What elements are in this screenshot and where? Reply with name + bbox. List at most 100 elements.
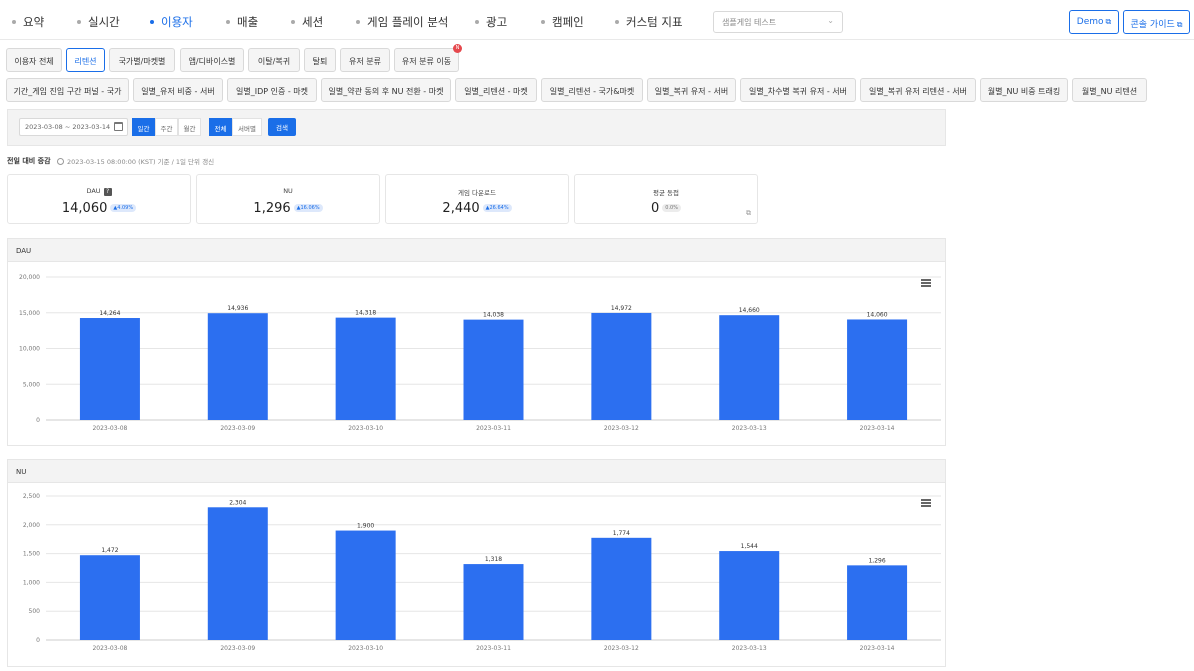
demo-button[interactable]: Demo ⧉ (1069, 10, 1119, 34)
y-tick-label: 1,000 (23, 579, 40, 586)
report-tab-retention-market[interactable]: 일별_리텐션 - 마켓 (455, 78, 537, 102)
help-icon[interactable]: ? (103, 188, 112, 196)
data-label: 1,296 (868, 557, 885, 564)
x-tick-label: 2023-03-12 (604, 425, 639, 432)
search-button[interactable]: 검색 (268, 118, 296, 136)
chart-title: NU (8, 460, 945, 483)
y-tick-label: 0 (36, 637, 40, 644)
report-tab-return-retention-server[interactable]: 일별_복귀 유저 리텐션 - 서버 (860, 78, 976, 102)
clock-icon (57, 158, 64, 165)
report-tab-nu-retention-monthly[interactable]: 월별_NU 리텐션 (1072, 78, 1147, 102)
x-tick-label: 2023-03-14 (860, 645, 895, 652)
nav-item-realtime[interactable]: 실시간 (77, 14, 120, 30)
x-tick-label: 2023-03-08 (92, 645, 127, 652)
period-daily-toggle[interactable]: 일간 (132, 118, 155, 136)
y-tick-label: 1,500 (23, 551, 40, 558)
tab-country-market[interactable]: 국가별/마켓별 (109, 48, 175, 72)
bullet-icon (475, 19, 479, 24)
bar (335, 317, 396, 420)
nav-item-custom-metrics[interactable]: 커스텀 지표 (615, 14, 683, 30)
game-select[interactable]: 샘플게임 테스트 ⌄ (713, 11, 843, 33)
data-label: 1,472 (101, 547, 118, 554)
bar (335, 530, 396, 640)
new-badge: N (453, 44, 462, 53)
report-tab-funnel-country[interactable]: 기간_게임 진입 구간 퍼널 - 국가 (6, 78, 129, 102)
report-tab-return-by-order-server[interactable]: 일별_차수별 복귀 유저 - 서버 (740, 78, 856, 102)
report-tab-return-users-server[interactable]: 일별_복귀 유저 - 서버 (647, 78, 736, 102)
top-navigation: 요약 실시간 이용자 매출 세션 게임 플레이 분석 광고 캠페인 커스텀 지표… (0, 0, 1194, 40)
bullet-icon (226, 19, 230, 24)
bullet-icon (615, 19, 619, 24)
bullet-icon (541, 19, 545, 24)
report-tab-user-share-server[interactable]: 일별_유저 비중 - 서버 (133, 78, 223, 102)
metric-card-dau: DAU? 14,060 ▲4.09% (7, 174, 191, 224)
y-tick-label: 500 (29, 608, 41, 615)
x-tick-label: 2023-03-09 (220, 425, 255, 432)
metric-card-nu: NU 1,296 ▲16.06% (196, 174, 380, 224)
y-tick-label: 5,000 (23, 381, 40, 388)
metric-label: NU (283, 187, 293, 195)
change-badge: 0.0% (662, 204, 681, 212)
y-tick-label: 10,000 (19, 346, 40, 353)
nu-bar-chart: 0 500 1,000 1,500 2,000 2,500 1,472 2023-03-08 2… (23, 493, 941, 652)
x-tick-label: 2023-03-10 (348, 425, 383, 432)
nav-item-gameplay[interactable]: 게임 플레이 분석 (356, 14, 448, 30)
report-tab-idp-market[interactable]: 일별_IDP 인증 - 마켓 (227, 78, 317, 102)
bar (719, 315, 780, 420)
data-label: 14,038 (483, 312, 504, 319)
calendar-icon[interactable] (114, 122, 123, 131)
tab-app-device[interactable]: 앱/디바이스별 (180, 48, 244, 72)
external-link-icon: ⧉ (1176, 20, 1183, 29)
external-link-icon[interactable]: ⧉ (746, 209, 751, 218)
compare-title: 전일 대비 증감 (7, 157, 51, 165)
nav-item-ads[interactable]: 광고 (475, 14, 507, 30)
tab-users-all[interactable]: 이용자 전체 (6, 48, 62, 72)
scope-server-toggle[interactable]: 서버별 (232, 118, 262, 136)
bar (463, 564, 524, 640)
scope-all-toggle[interactable]: 전체 (209, 118, 232, 136)
date-range-input[interactable]: 2023-03-08 ~ 2023-03-14 (19, 118, 128, 136)
bar (207, 313, 268, 420)
bullet-icon (356, 19, 360, 24)
nu-chart-panel: NU 0 500 1,000 1,500 2,000 2,500 1,472 2023-03-… (7, 459, 946, 667)
data-label: 14,660 (739, 307, 760, 314)
metric-card-avg-ccu: 평균 동접 0 0.0% ⧉ (574, 174, 758, 224)
metric-card-downloads: 게임 다운로드 2,440 ▲26.64% (385, 174, 569, 224)
nav-item-users[interactable]: 이용자 (150, 14, 193, 30)
metric-value: 0 (651, 201, 660, 216)
bullet-icon (12, 19, 16, 24)
nav-item-campaign[interactable]: 캠페인 (541, 14, 584, 30)
period-monthly-toggle[interactable]: 월간 (178, 118, 201, 136)
data-label: 14,060 (867, 311, 888, 318)
tab-withdrawal[interactable]: 탈퇴 (304, 48, 336, 72)
nav-item-sales[interactable]: 매출 (226, 14, 258, 30)
console-guide-button[interactable]: 콘솔 가이드 ⧉ (1123, 10, 1190, 34)
data-label: 2,304 (229, 499, 246, 506)
dau-chart-panel: DAU 0 5,000 10,000 15,000 20,000 14,264 2023-0… (7, 238, 946, 446)
change-badge: ▲4.09% (110, 204, 137, 212)
report-tab-nu-share-monthly[interactable]: 월별_NU 비중 트래킹 (980, 78, 1068, 102)
report-tab-terms-nu-market[interactable]: 일별_약관 동의 후 NU 전환 - 마켓 (321, 78, 451, 102)
tab-user-classification-move[interactable]: 유저 분류 이동 N (394, 44, 462, 72)
nav-item-session[interactable]: 세션 (291, 14, 323, 30)
bar (847, 319, 908, 420)
data-label: 1,544 (741, 543, 758, 550)
metric-value: 14,060 (61, 201, 108, 216)
nav-item-summary[interactable]: 요약 (12, 14, 44, 30)
bar (463, 319, 524, 420)
data-label: 14,318 (355, 310, 376, 317)
tab-churn-return[interactable]: 이탈/복귀 (248, 48, 300, 72)
change-badge: ▲16.06% (293, 204, 323, 212)
metric-label: 게임 다운로드 (458, 189, 496, 197)
data-label: 14,972 (611, 305, 632, 312)
x-tick-label: 2023-03-08 (92, 425, 127, 432)
report-tab-retention-country-market[interactable]: 일별_리텐션 - 국가&마켓 (541, 78, 643, 102)
x-tick-label: 2023-03-11 (476, 645, 511, 652)
period-weekly-toggle[interactable]: 주간 (155, 118, 178, 136)
metric-label: 평균 동접 (653, 189, 679, 197)
tab-user-classification[interactable]: 유저 분류 (340, 48, 390, 72)
y-tick-label: 20,000 (19, 274, 40, 281)
x-tick-label: 2023-03-13 (732, 645, 767, 652)
tab-retention[interactable]: 리텐션 (66, 48, 105, 72)
x-tick-label: 2023-03-10 (348, 645, 383, 652)
